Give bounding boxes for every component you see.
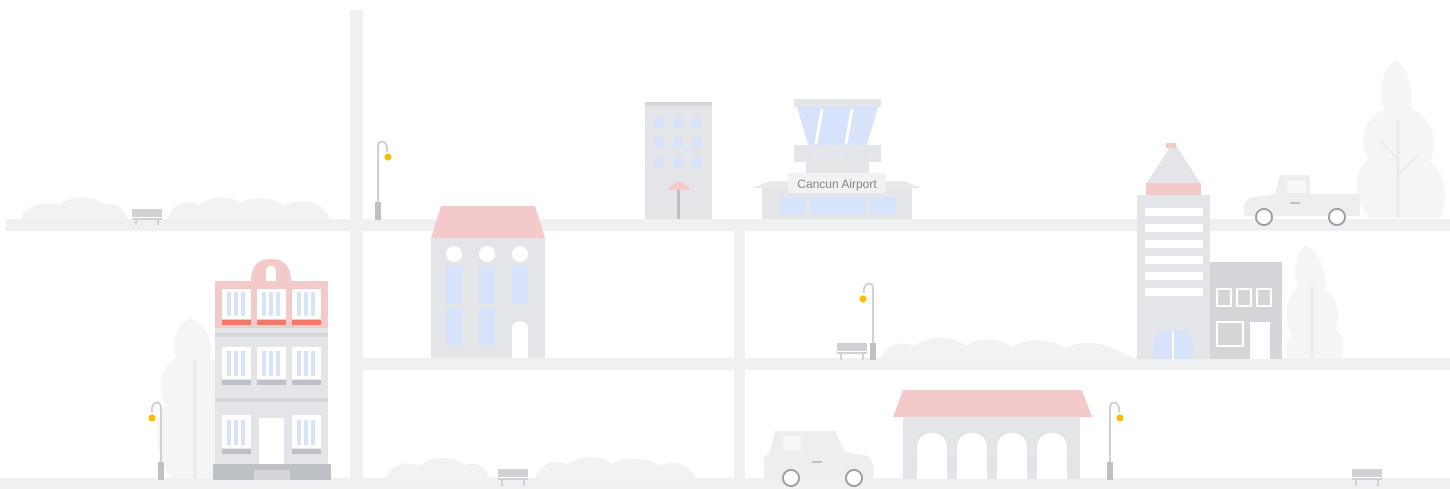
office-tower — [645, 102, 712, 219]
road-vertical-left — [350, 10, 363, 489]
tall-tower — [1137, 143, 1210, 359]
street-lamp-bottom-left — [148, 401, 164, 480]
bush-middle-right — [880, 337, 1135, 360]
bench-middle — [837, 343, 867, 360]
pickup-truck — [1244, 175, 1360, 226]
road-top — [6, 219, 1450, 231]
wheel-icon — [845, 469, 863, 487]
small-shop — [1210, 262, 1282, 359]
bush-bottom-middle — [385, 456, 696, 480]
street-lamp-bottom-right — [1107, 401, 1124, 480]
road-middle — [363, 358, 1450, 370]
bush-top-left — [20, 197, 330, 220]
wheel-icon — [782, 469, 800, 487]
wheel-icon — [1328, 208, 1346, 226]
road-vertical-middle — [734, 231, 745, 489]
airport-building: Cancun Airport — [752, 99, 922, 219]
car — [764, 431, 874, 487]
wheel-icon — [1255, 208, 1273, 226]
pink-roof-house — [431, 206, 545, 358]
apartment-building — [213, 259, 331, 480]
arcade-building — [893, 390, 1092, 479]
airport-sign: Cancun Airport — [797, 177, 877, 191]
tree-right-middle — [1285, 245, 1344, 360]
street-lamp-top-left — [375, 140, 392, 220]
tree-right-top — [1356, 60, 1446, 218]
city-illustration: Cancun Airport — [0, 10, 1450, 489]
